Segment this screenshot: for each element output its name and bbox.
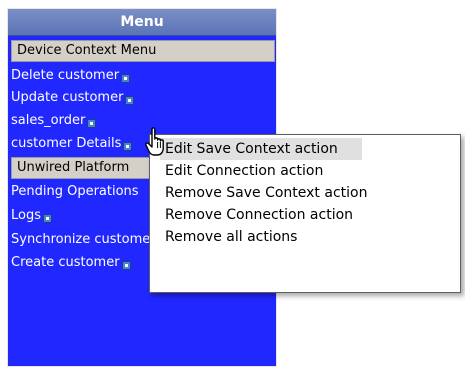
small-blue-square-icon (121, 261, 131, 270)
menu-item-logs[interactable]: Logs (11, 205, 52, 227)
menu-item-sales-order[interactable]: sales_order (11, 110, 97, 132)
menu-header: Menu (8, 9, 276, 36)
context-item-remove-save-context-action[interactable]: Remove Save Context action (160, 182, 367, 204)
menu-item-label: sales_order (11, 113, 86, 128)
menu-item-label: Create customer (11, 255, 120, 270)
menu-item-pending-operations[interactable]: Pending Operations (11, 181, 139, 203)
small-blue-square-icon (121, 74, 131, 83)
menu-item-label: Pending Operations (11, 184, 139, 199)
small-blue-square-icon (43, 214, 52, 223)
small-blue-square-icon (123, 142, 133, 151)
menu-item-create-customer[interactable]: Create customer (11, 252, 131, 274)
menu-item-label: Update customer (11, 90, 124, 105)
menu-item-label: Synchronize customer (11, 232, 156, 247)
menu-item-update-customer[interactable]: Update customer (11, 87, 135, 109)
context-item-remove-all-actions[interactable]: Remove all actions (160, 226, 362, 248)
menu-item-label: Delete customer (11, 68, 120, 83)
menu-item-delete-customer[interactable]: Delete customer (11, 65, 131, 87)
context-menu: Edit Save Context action Edit Connection… (149, 134, 461, 293)
menu-item-label: customer Details (11, 136, 122, 151)
context-item-edit-save-context-action[interactable]: Edit Save Context action (160, 138, 362, 160)
section-device-context-menu: Device Context Menu (11, 40, 275, 62)
small-blue-square-icon (87, 119, 97, 128)
context-item-edit-connection-action[interactable]: Edit Connection action (160, 160, 362, 182)
hand-pointer-icon (145, 127, 164, 156)
small-blue-square-icon (125, 96, 135, 105)
context-item-remove-connection-action[interactable]: Remove Connection action (160, 204, 362, 226)
menu-item-synchronize-customer[interactable]: Synchronize customer (11, 229, 167, 251)
menu-item-label: Logs (11, 208, 41, 223)
menu-item-customer-details[interactable]: customer Details (11, 133, 133, 155)
